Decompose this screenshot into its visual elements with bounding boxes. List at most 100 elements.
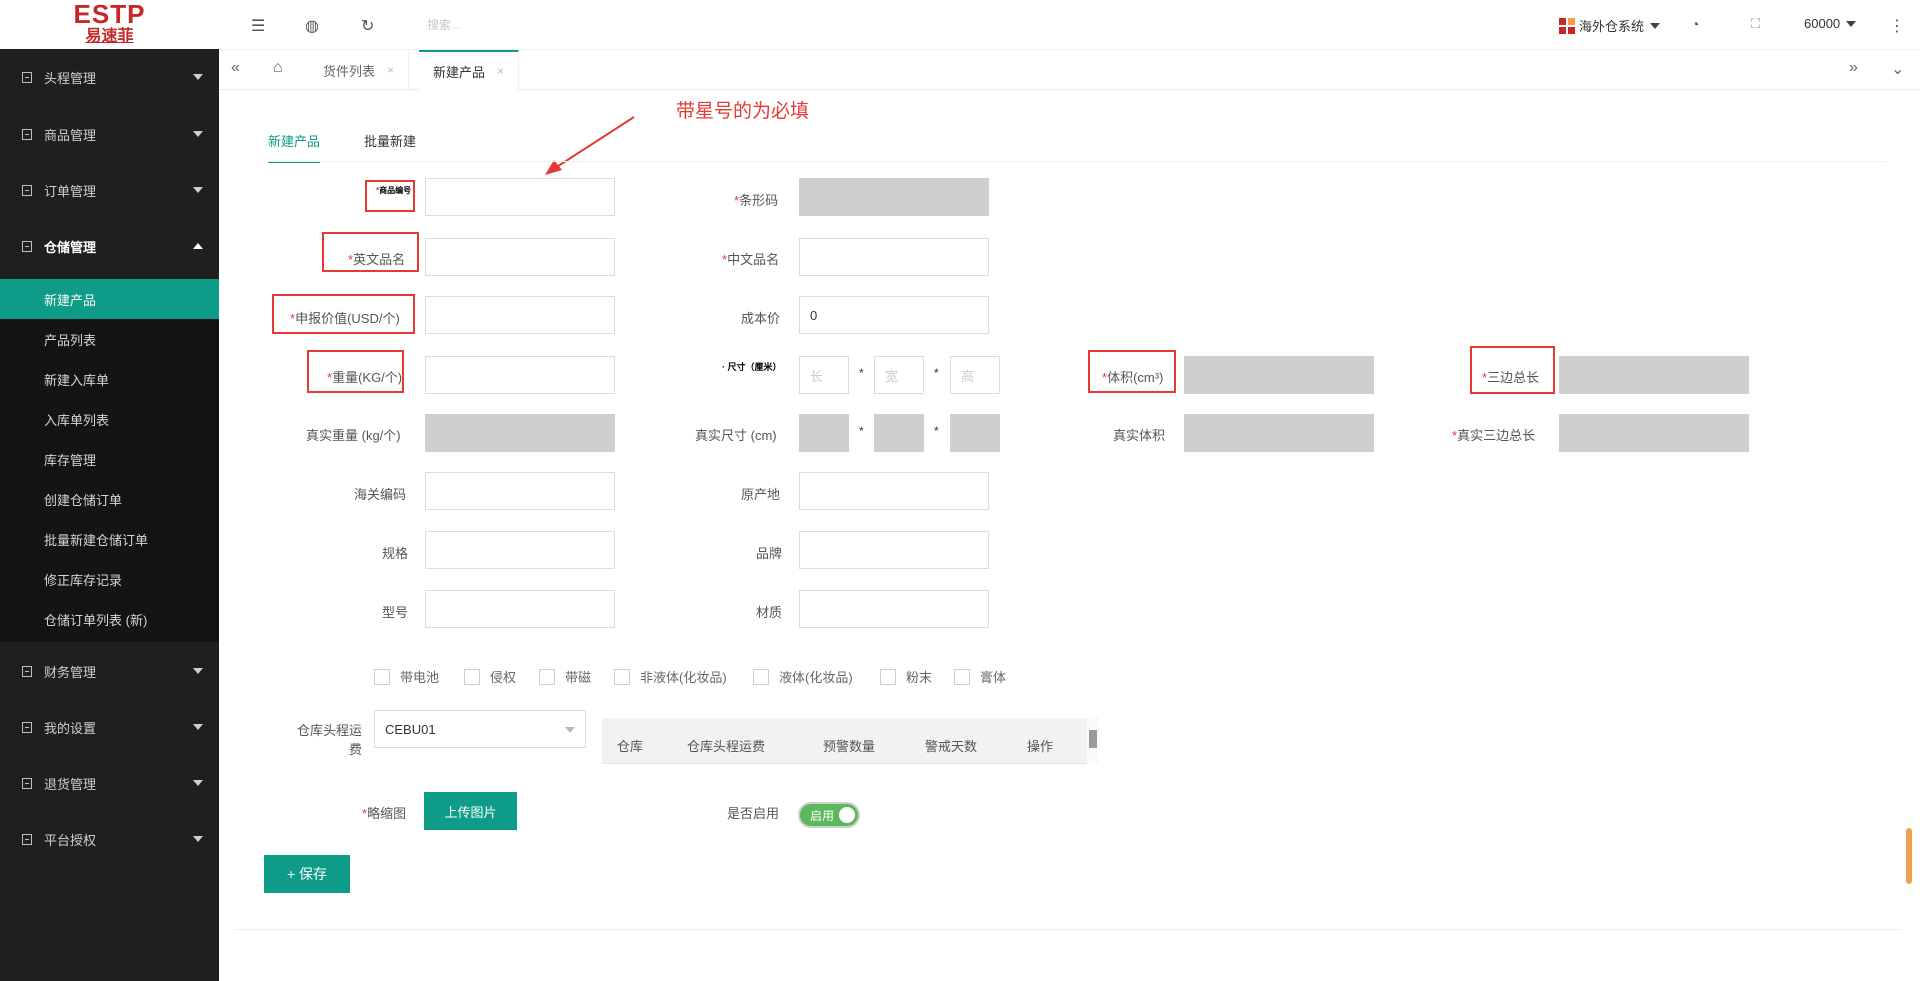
checkbox-paste[interactable]: 膏体	[954, 667, 1006, 686]
warehouse-select[interactable]: CEBU01	[374, 710, 586, 748]
submenu-product-list[interactable]: 产品列表	[0, 319, 219, 359]
submenu-batch-storage-order[interactable]: 批量新建仓储订单	[0, 519, 219, 559]
tab-divider	[262, 161, 1887, 162]
sidebar-item-headway[interactable]: 头程管理	[0, 57, 219, 97]
multiply-sign: *	[934, 424, 939, 438]
origin-input[interactable]	[799, 472, 989, 510]
sidebar-item-warehouse[interactable]: 仓储管理	[0, 226, 219, 266]
submenu-storage-order-list[interactable]: 仓储订单列表 (新)	[0, 599, 219, 639]
submenu-inbound-list[interactable]: 入库单列表	[0, 399, 219, 439]
sidebar-item-orders[interactable]: 订单管理	[0, 170, 219, 210]
real-weight-label: 真实重量 (kg/个)	[306, 428, 401, 443]
system-switcher[interactable]: 海外仓系统	[1559, 16, 1661, 35]
model-input[interactable]	[425, 590, 615, 628]
sidebar-item-label: 财务管理	[44, 664, 97, 680]
submenu-fix-inventory[interactable]: 修正库存记录	[0, 559, 219, 599]
search-input[interactable]: 搜索...	[427, 16, 461, 33]
real-width-input[interactable]	[874, 414, 924, 452]
real-length-input[interactable]	[799, 414, 849, 452]
sidebar-item-label: 商品管理	[44, 127, 97, 143]
enable-toggle[interactable]: 启用	[798, 802, 860, 828]
length-input[interactable]: 长	[799, 356, 849, 394]
spec-input[interactable]	[425, 531, 615, 569]
page-scrollbar[interactable]	[1906, 828, 1912, 884]
hs-code-input[interactable]	[425, 472, 615, 510]
tab-bar: « ⌂ 货件列表 × 新建产品 × » ⌄	[219, 50, 1920, 90]
divider	[234, 929, 1902, 930]
material-input[interactable]	[799, 590, 989, 628]
chevron-down-icon	[193, 724, 203, 730]
real-weight-input[interactable]	[425, 414, 615, 452]
user-menu[interactable]: 60000	[1804, 16, 1857, 31]
checkbox-non-liquid[interactable]: 非液体(化妆品)	[614, 667, 727, 686]
sidebar-item-goods[interactable]: 商品管理	[0, 114, 219, 154]
column-header: 操作	[1027, 739, 1054, 754]
tab-create-product[interactable]: 新建产品	[268, 131, 321, 163]
width-input[interactable]: 宽	[874, 356, 924, 394]
tab-batch-create[interactable]: 批量新建	[364, 131, 416, 163]
checkbox-infringement[interactable]: 侵权	[464, 667, 516, 686]
real-height-input[interactable]	[950, 414, 1000, 452]
weight-input[interactable]	[425, 356, 615, 394]
checkbox-magnetic[interactable]: 带磁	[539, 667, 591, 686]
real-volume-input[interactable]	[1184, 414, 1374, 452]
submenu-new-product[interactable]: 新建产品	[0, 279, 219, 319]
column-header: 预警数量	[823, 739, 876, 754]
barcode-label: *条形码	[734, 193, 779, 208]
sku-input[interactable]	[425, 178, 615, 216]
sidebar-item-label: 仓储管理	[44, 239, 97, 255]
three-sides-input[interactable]	[1559, 356, 1749, 394]
weight-label: *重量(KG/个)	[327, 370, 403, 385]
hs-code-label: 海关编码	[354, 487, 407, 502]
declared-value-input[interactable]	[425, 296, 615, 334]
chevron-up-icon	[193, 243, 203, 249]
tab-new-product[interactable]: 新建产品 ×	[419, 50, 520, 90]
caret-down-icon	[565, 727, 575, 733]
submenu-inventory[interactable]: 库存管理	[0, 439, 219, 479]
refresh-icon[interactable]: ↻	[361, 16, 374, 36]
height-input[interactable]: 高	[950, 356, 1000, 394]
palette-icon[interactable]: ◔	[1691, 16, 1699, 32]
more-icon[interactable]: ⋮	[1889, 16, 1905, 36]
thumbnail-label: *略缩图	[362, 806, 407, 821]
warehouse-fee-label: 仓库头程运 费	[296, 723, 362, 757]
globe-icon[interactable]: ◍	[305, 16, 319, 36]
close-icon[interactable]: ×	[497, 64, 504, 78]
upload-image-button[interactable]: 上传图片	[424, 792, 517, 830]
brand-input[interactable]	[799, 531, 989, 569]
table-scrollbar[interactable]	[1087, 716, 1099, 764]
close-icon[interactable]: ×	[387, 63, 394, 77]
chevron-down-icon[interactable]: ⌄	[1891, 59, 1904, 79]
doc-icon	[22, 833, 32, 845]
checkbox-battery[interactable]: 带电池	[374, 667, 439, 686]
menu-fold-icon[interactable]: ☰	[251, 16, 265, 36]
sidebar-item-finance[interactable]: 财务管理	[0, 651, 219, 691]
volume-input[interactable]	[1184, 356, 1374, 394]
save-button[interactable]: + 保存	[264, 855, 350, 893]
sidebar-item-platform-auth[interactable]: 平台授权	[0, 819, 219, 859]
tab-shipment-list[interactable]: 货件列表 ×	[309, 50, 410, 90]
sidebar-item-returns[interactable]: 退货管理	[0, 763, 219, 803]
column-header: 仓库	[617, 739, 644, 754]
home-icon[interactable]: ⌂	[273, 59, 283, 77]
checkbox-powder[interactable]: 粉末	[880, 667, 932, 686]
double-chevron-left-icon[interactable]: «	[231, 59, 240, 77]
checkbox-liquid[interactable]: 液体(化妆品)	[753, 667, 853, 686]
real-three-sides-input[interactable]	[1559, 414, 1749, 452]
chevron-down-icon	[193, 780, 203, 786]
sidebar-item-settings[interactable]: 我的设置	[0, 707, 219, 747]
submenu-create-storage-order[interactable]: 创建仓储订单	[0, 479, 219, 519]
column-header: 警戒天数	[925, 739, 978, 754]
toggle-knob	[839, 807, 855, 823]
barcode-input[interactable]	[799, 178, 989, 216]
doc-icon	[22, 71, 32, 83]
doc-icon	[22, 665, 32, 677]
submenu-new-inbound[interactable]: 新建入库单	[0, 359, 219, 399]
fullscreen-icon[interactable]: ⛶	[1751, 16, 1760, 32]
cn-name-input[interactable]	[799, 238, 989, 276]
column-header: 仓库头程运费	[687, 739, 766, 754]
cost-input[interactable]: 0	[799, 296, 989, 334]
en-name-input[interactable]	[425, 238, 615, 276]
double-chevron-right-icon[interactable]: »	[1849, 59, 1858, 77]
caret-down-icon	[1846, 20, 1857, 27]
